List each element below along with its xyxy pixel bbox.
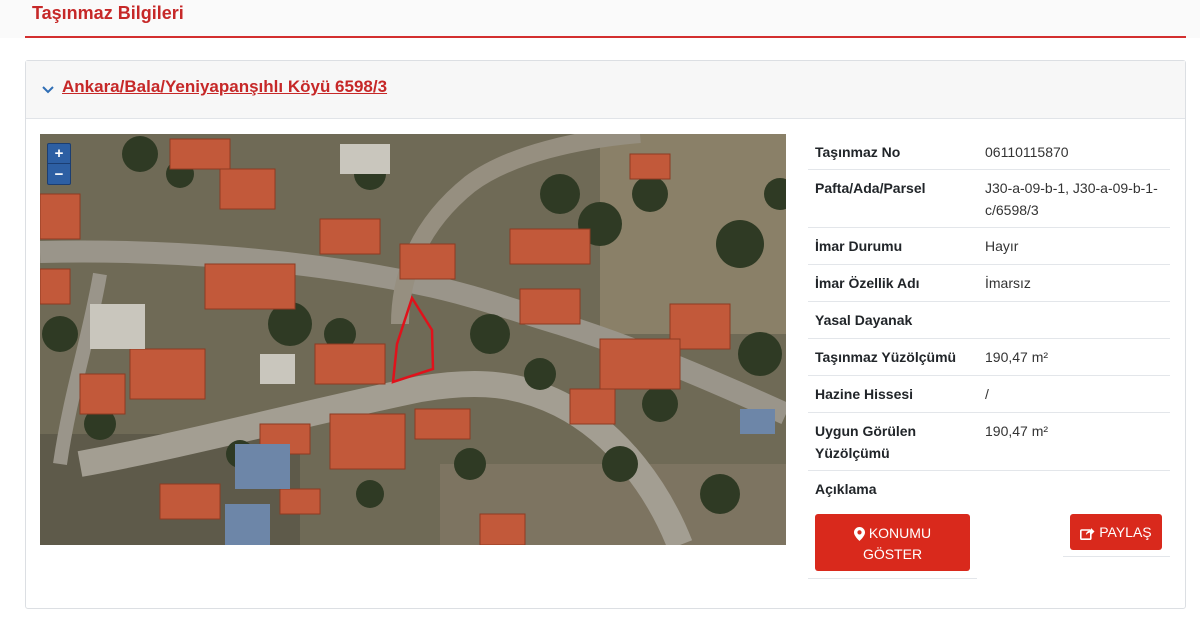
chevron-down-icon[interactable]	[40, 81, 56, 97]
divider	[808, 578, 977, 579]
info-value: Hayır	[985, 238, 1019, 254]
satellite-map[interactable]	[40, 134, 786, 545]
info-row: Uygun Görülen Yüzölçümü 190,47 m²	[808, 413, 1170, 471]
property-info-table: Taşınmaz No 06110115870 Pafta/Ada/Parsel…	[808, 134, 1170, 507]
info-label: Uygun Görülen Yüzölçümü	[815, 423, 917, 461]
info-value: 190,47 m²	[985, 349, 1049, 365]
map-zoom-control: + −	[47, 143, 71, 185]
info-label: Taşınmaz Yüzölçümü	[815, 349, 957, 365]
info-label: Açıklama	[815, 481, 877, 497]
show-location-label-line1: KONUMU	[868, 525, 932, 541]
info-label: İmar Durumu	[815, 238, 903, 254]
info-row: Pafta/Ada/Parsel J30-a-09-b-1, J30-a-09-…	[808, 170, 1170, 228]
info-value: J30-a-09-b-1, J30-a-09-b-1-c/6598/3	[985, 180, 1158, 218]
divider	[1063, 556, 1170, 557]
info-value: /	[985, 386, 989, 402]
info-label: İmar Özellik Adı	[815, 275, 920, 291]
info-row: Hazine Hissesi /	[808, 376, 1170, 413]
zoom-in-button[interactable]: +	[48, 144, 70, 164]
info-label: Yasal Dayanak	[815, 312, 913, 328]
info-row: Açıklama	[808, 471, 1170, 507]
info-value: 06110115870	[985, 144, 1069, 160]
info-value: İmarsız	[985, 275, 1031, 291]
show-location-label-line2: GÖSTER	[862, 546, 923, 562]
property-location-link[interactable]: Ankara/Bala/Yeniyapanşıhlı Köyü 6598/3	[62, 77, 387, 97]
info-row: İmar Özellik Adı İmarsız	[808, 265, 1170, 302]
header-divider	[25, 36, 1186, 38]
show-location-button[interactable]: KONUMU GÖSTER	[815, 514, 970, 571]
info-row: Taşınmaz Yüzölçümü 190,47 m²	[808, 339, 1170, 376]
page-title: Taşınmaz Bilgileri	[32, 3, 184, 23]
share-button[interactable]: PAYLAŞ	[1070, 514, 1162, 550]
page-header: Taşınmaz Bilgileri	[0, 0, 1200, 38]
info-label: Pafta/Ada/Parsel	[815, 180, 926, 196]
zoom-out-button[interactable]: −	[48, 165, 70, 185]
property-card-header[interactable]: Ankara/Bala/Yeniyapanşıhlı Köyü 6598/3	[26, 61, 1185, 119]
info-value: 190,47 m²	[985, 423, 1049, 439]
action-bar: KONUMU GÖSTER PAYLAŞ	[808, 506, 1170, 579]
info-row: Yasal Dayanak	[808, 302, 1170, 339]
info-row: İmar Durumu Hayır	[808, 228, 1170, 265]
info-label: Hazine Hissesi	[815, 386, 914, 402]
info-label: Taşınmaz No	[815, 144, 901, 160]
map-marker-icon	[853, 527, 865, 542]
share-label: PAYLAŞ	[1099, 524, 1152, 540]
info-row: Taşınmaz No 06110115870	[808, 134, 1170, 170]
share-icon	[1080, 527, 1095, 540]
